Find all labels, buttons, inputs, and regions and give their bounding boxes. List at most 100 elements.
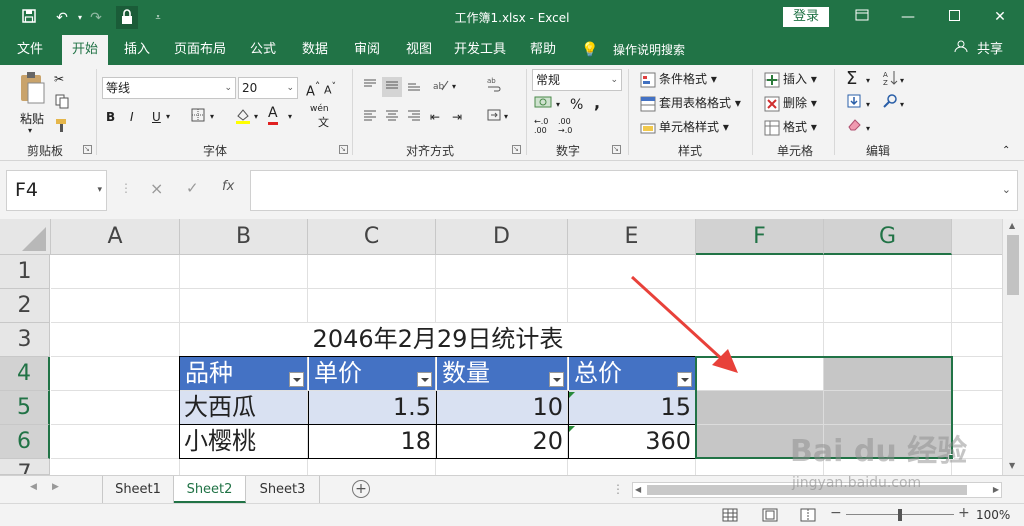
table-cell[interactable]: 10 xyxy=(436,391,567,424)
bold-button[interactable]: B xyxy=(106,107,115,127)
scroll-right-icon[interactable]: ▶ xyxy=(993,483,999,497)
zoom-level[interactable]: 100% xyxy=(976,508,1010,522)
decrease-font-icon[interactable]: A˅ xyxy=(324,77,336,97)
expand-formula-icon[interactable]: ⌄ xyxy=(1002,183,1011,196)
row-header-3[interactable]: 3 xyxy=(0,323,50,357)
percent-button[interactable]: % xyxy=(570,95,583,115)
format-cells-button[interactable]: 格式 ▾ xyxy=(764,117,817,137)
tab-insert[interactable]: 插入 xyxy=(116,35,158,65)
row-header-2[interactable]: 2 xyxy=(0,289,50,323)
orientation-icon[interactable]: ab xyxy=(432,77,450,97)
currency-icon[interactable] xyxy=(534,95,552,115)
table-cell[interactable]: 小樱桃 xyxy=(180,425,307,458)
table-header-cell[interactable]: 品种 xyxy=(180,357,307,390)
tab-split-icon[interactable]: ⋮ xyxy=(612,482,624,496)
insert-cells-button[interactable]: 插入 ▾ xyxy=(764,69,817,89)
row-header-6[interactable]: 6 xyxy=(0,425,50,459)
autosum-dropdown-icon[interactable]: ▾ xyxy=(866,71,870,91)
zoom-slider-thumb[interactable] xyxy=(898,509,902,521)
wrap-text-icon[interactable]: ab xyxy=(486,75,502,95)
fill-dropdown-icon[interactable]: ▾ xyxy=(866,95,870,115)
cell-styles-button[interactable]: 单元格样式 ▾ xyxy=(640,117,729,137)
font-launcher-icon[interactable]: ↘ xyxy=(339,145,348,154)
page-break-view-icon[interactable] xyxy=(800,508,816,525)
worksheet-grid[interactable]: A B C D E F G 1 2 3 4 5 6 7 2046年2月29日统计… xyxy=(0,219,1024,475)
row-header-5[interactable]: 5 xyxy=(0,391,50,425)
font-size-select[interactable]: 20 ⌄ xyxy=(238,77,298,99)
clear-dropdown-icon[interactable]: ▾ xyxy=(866,119,870,139)
paste-dropdown-icon[interactable]: ▾ xyxy=(28,121,32,141)
horizontal-scrollbar[interactable]: ◀ ▶ xyxy=(632,482,1002,498)
login-button[interactable]: 登录 xyxy=(783,7,829,27)
tab-help[interactable]: 帮助 xyxy=(522,35,564,65)
align-middle-icon[interactable] xyxy=(382,77,402,97)
sort-filter-icon[interactable]: AZ xyxy=(882,69,900,89)
normal-view-icon[interactable] xyxy=(722,508,738,525)
font-name-select[interactable]: 等线 ⌄ xyxy=(102,77,236,99)
column-header-f[interactable]: F xyxy=(696,219,824,255)
scroll-up-icon[interactable]: ▲ xyxy=(1009,221,1015,230)
name-box[interactable]: F4 ▾ xyxy=(6,170,107,211)
sheet-tab-sheet1[interactable]: Sheet1 xyxy=(102,476,174,503)
cut-icon[interactable]: ✂ xyxy=(54,69,64,89)
tab-formulas[interactable]: 公式 xyxy=(242,35,284,65)
ribbon-display-icon[interactable] xyxy=(852,7,872,27)
row-header-1[interactable]: 1 xyxy=(0,255,50,289)
tell-me-search[interactable]: 操作说明搜索 xyxy=(604,35,694,65)
filter-dropdown-icon[interactable] xyxy=(289,372,304,387)
horizontal-scroll-thumb[interactable] xyxy=(647,485,967,495)
autosum-button[interactable]: Σ xyxy=(846,69,857,89)
table-cell[interactable]: 360 xyxy=(568,425,695,458)
alignment-launcher-icon[interactable]: ↘ xyxy=(512,145,521,154)
increase-font-icon[interactable]: A˄ xyxy=(306,77,320,99)
number-launcher-icon[interactable]: ↘ xyxy=(612,145,621,154)
font-color-icon[interactable]: A xyxy=(268,105,278,125)
align-left-icon[interactable] xyxy=(362,107,378,127)
share-button[interactable]: 共享 xyxy=(970,35,1010,65)
zoom-in-icon[interactable]: + xyxy=(958,505,970,521)
row-header-4[interactable]: 4 xyxy=(0,357,50,391)
tab-developer[interactable]: 开发工具 xyxy=(448,35,512,65)
clipboard-launcher-icon[interactable]: ↘ xyxy=(83,145,92,154)
zoom-out-icon[interactable]: − xyxy=(830,505,842,521)
column-header-e[interactable]: E xyxy=(568,219,696,255)
table-cell[interactable]: 18 xyxy=(308,425,435,458)
align-top-icon[interactable] xyxy=(362,77,378,97)
sort-filter-dropdown-icon[interactable]: ▾ xyxy=(900,71,904,91)
column-header-d[interactable]: D xyxy=(436,219,568,255)
comma-button[interactable]: , xyxy=(594,93,600,113)
format-as-table-button[interactable]: 套用表格格式 ▾ xyxy=(640,93,741,113)
fill-color-dropdown-icon[interactable]: ▾ xyxy=(254,107,258,127)
row-header-7[interactable]: 7 xyxy=(0,459,50,475)
column-header-g[interactable]: G xyxy=(824,219,952,255)
merge-dropdown-icon[interactable]: ▾ xyxy=(504,107,508,127)
minimize-icon[interactable]: — xyxy=(898,7,918,27)
tab-review[interactable]: 审阅 xyxy=(346,35,388,65)
table-header-cell[interactable]: 单价 xyxy=(308,357,435,390)
prev-sheet-icon[interactable]: ◀ xyxy=(30,482,37,492)
format-painter-icon[interactable] xyxy=(54,117,70,137)
tab-file[interactable]: 文件 xyxy=(8,35,52,65)
sheet-title-cell[interactable]: 2046年2月29日统计表 xyxy=(180,323,696,357)
insert-function-icon[interactable]: fx xyxy=(222,179,234,194)
fill-icon[interactable] xyxy=(846,93,862,113)
fill-handle[interactable] xyxy=(948,454,954,460)
add-sheet-icon[interactable]: + xyxy=(352,480,370,498)
number-format-select[interactable]: 常规 ⌄ xyxy=(532,69,622,91)
vertical-scrollbar[interactable]: ▲ ▼ xyxy=(1002,219,1024,475)
conditional-format-button[interactable]: 条件格式 ▾ xyxy=(640,69,717,89)
tab-home[interactable]: 开始 xyxy=(62,35,108,65)
underline-button[interactable]: U xyxy=(152,107,161,127)
tab-view[interactable]: 视图 xyxy=(398,35,440,65)
clear-icon[interactable] xyxy=(846,117,862,137)
select-all-button[interactable] xyxy=(0,219,51,255)
page-layout-view-icon[interactable] xyxy=(762,508,778,525)
sheet-tab-sheet2[interactable]: Sheet2 xyxy=(174,476,246,503)
table-cell[interactable]: 20 xyxy=(436,425,567,458)
close-icon[interactable]: ✕ xyxy=(990,7,1010,27)
column-header-b[interactable]: B xyxy=(180,219,308,255)
vertical-scroll-thumb[interactable] xyxy=(1007,235,1019,295)
find-select-dropdown-icon[interactable]: ▾ xyxy=(900,95,904,115)
underline-dropdown-icon[interactable]: ▾ xyxy=(166,107,170,127)
formula-input[interactable]: ⌄ xyxy=(250,170,1018,211)
